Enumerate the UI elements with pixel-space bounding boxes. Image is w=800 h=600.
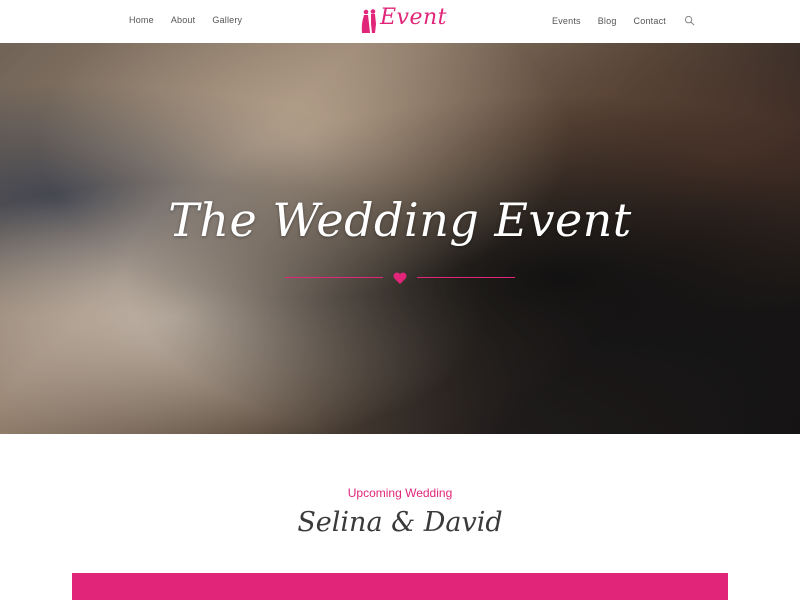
hero-banner: The Wedding Event	[0, 43, 800, 434]
nav-right-group: Events Blog Contact	[552, 15, 695, 26]
heart-icon	[393, 272, 407, 284]
couple-names: Selina & David	[297, 507, 503, 538]
couple-logo-icon	[361, 9, 376, 33]
nav-left-group: Home About Gallery	[129, 15, 242, 25]
nav-link-contact[interactable]: Contact	[634, 16, 666, 26]
divider-line-left	[285, 277, 383, 278]
search-icon[interactable]	[684, 15, 695, 26]
countdown-bar	[72, 573, 728, 600]
hero-divider	[285, 270, 515, 286]
nav-link-events[interactable]: Events	[552, 16, 581, 26]
top-navbar: Home About Gallery Event Events Blog Con…	[0, 0, 800, 43]
divider-line-right	[417, 277, 515, 278]
nav-link-blog[interactable]: Blog	[598, 16, 617, 26]
logo-text: Event	[380, 5, 448, 30]
hero-title: The Wedding Event	[168, 193, 632, 247]
nav-link-about[interactable]: About	[171, 15, 196, 25]
nav-link-home[interactable]: Home	[129, 15, 154, 25]
section-subtitle: Upcoming Wedding	[347, 486, 453, 500]
site-logo[interactable]: Event	[360, 5, 447, 37]
nav-link-gallery[interactable]: Gallery	[212, 15, 242, 25]
